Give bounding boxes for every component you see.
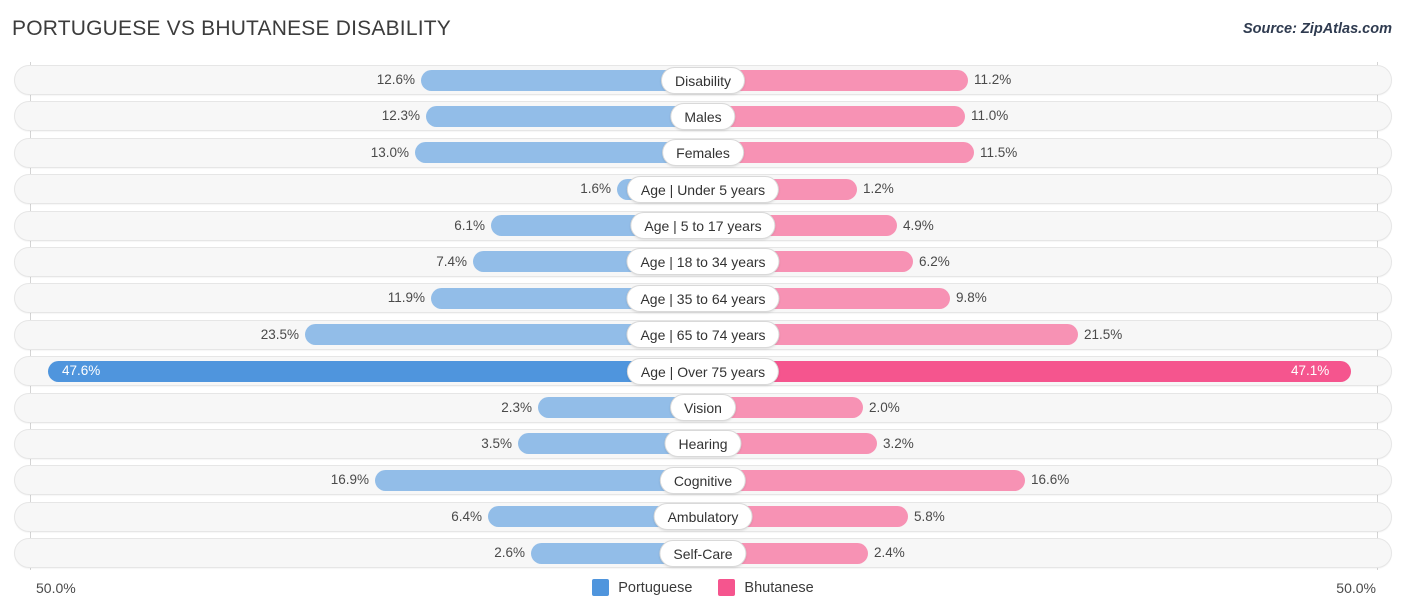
chart-footer: 50.0% 50.0% Portuguese Bhutanese [0, 572, 1406, 612]
category-label-pill: Ambulatory [653, 503, 753, 531]
value-label-bhutanese: 3.2% [883, 435, 914, 451]
value-label-portuguese: 2.3% [501, 399, 532, 415]
value-label-portuguese: 1.6% [580, 181, 611, 197]
value-label-bhutanese: 11.2% [974, 72, 1012, 87]
chart-legend: Portuguese Bhutanese [0, 579, 1406, 596]
value-label-portuguese: 6.1% [454, 217, 485, 233]
category-label-pill: Females [662, 139, 744, 167]
value-label-portuguese: 47.6% [62, 363, 101, 379]
chart-row: 11.9% 9.8% Age | 35 to 64 years [0, 280, 1406, 316]
category-label-pill: Cognitive [659, 466, 747, 494]
chart-row: 6.1% 4.9% Age | 5 to 17 years [0, 208, 1406, 244]
category-label-pill: Age | 18 to 34 years [626, 248, 780, 276]
chart-header: PORTUGUESE VS BHUTANESE DISABILITY Sourc… [0, 0, 1406, 58]
page-title: PORTUGUESE VS BHUTANESE DISABILITY [12, 17, 451, 40]
chart-row: 12.3% 11.0% Males [0, 98, 1406, 134]
value-label-bhutanese: 11.5% [980, 144, 1018, 160]
chart-row: 2.6% 2.4% Self-Care [0, 535, 1406, 571]
chart-row: 16.9% 16.6% Cognitive [0, 462, 1406, 498]
bar-portuguese [415, 142, 703, 164]
chart-plot-area: 12.6% 11.2% Disability 12.3% 11.0% Males 13.0%… [0, 62, 1406, 572]
value-label-bhutanese: 9.8% [956, 290, 987, 306]
chart-row: 13.0% 11.5% Females [0, 135, 1406, 171]
category-label-pill: Age | 35 to 64 years [626, 284, 780, 312]
value-label-bhutanese: 2.0% [869, 399, 900, 415]
bar-portuguese [48, 360, 703, 382]
chart-row: 12.6% 11.2% Disability [0, 62, 1406, 98]
value-label-portuguese: 6.4% [451, 508, 482, 524]
bar-portuguese [375, 469, 703, 491]
legend-item[interactable]: Bhutanese [718, 579, 814, 596]
legend-swatch-icon [718, 579, 736, 596]
value-label-portuguese: 3.5% [481, 435, 512, 451]
category-label-pill: Vision [670, 394, 736, 422]
value-label-portuguese: 7.4% [436, 253, 467, 269]
chart-row: 47.6% 47.1% Age | Over 75 years [0, 353, 1406, 389]
legend-label: Bhutanese [744, 579, 814, 596]
category-label-pill: Self-Care [659, 539, 747, 567]
value-label-bhutanese: 2.4% [874, 545, 905, 561]
category-label-pill: Hearing [664, 430, 742, 458]
chart-rows: 12.6% 11.2% Disability 12.3% 11.0% Males 13.0%… [0, 62, 1406, 571]
value-label-portuguese: 12.3% [381, 108, 420, 124]
value-label-portuguese: 12.6% [376, 72, 415, 87]
bar-portuguese [426, 105, 703, 127]
legend-label: Portuguese [618, 579, 693, 596]
chart-row: 2.3% 2.0% Vision [0, 390, 1406, 426]
bar-bhutanese [703, 469, 1025, 491]
category-label-pill: Males [670, 102, 736, 130]
value-label-bhutanese: 5.8% [914, 508, 945, 524]
value-label-portuguese: 23.5% [260, 326, 299, 342]
legend-item[interactable]: Portuguese [592, 579, 692, 596]
value-label-portuguese: 16.9% [330, 472, 369, 488]
chart-row: 3.5% 3.2% Hearing [0, 426, 1406, 462]
category-label-pill: Age | Under 5 years [626, 175, 780, 203]
legend-swatch-icon [592, 579, 610, 596]
chart-row: 1.6% 1.2% Age | Under 5 years [0, 171, 1406, 207]
chart-row: 23.5% 21.5% Age | 65 to 74 years [0, 317, 1406, 353]
category-label-pill: Disability [660, 66, 746, 94]
value-label-bhutanese: 47.1% [1291, 363, 1330, 379]
value-label-bhutanese: 16.6% [1031, 472, 1070, 488]
value-label-bhutanese: 6.2% [919, 253, 950, 269]
value-label-bhutanese: 21.5% [1084, 326, 1123, 342]
value-label-portuguese: 13.0% [370, 144, 409, 160]
category-label-pill: Age | Over 75 years [626, 357, 780, 385]
bar-bhutanese [703, 360, 1351, 382]
value-label-portuguese: 11.9% [387, 290, 425, 306]
category-label-pill: Age | 65 to 74 years [626, 321, 780, 349]
value-label-bhutanese: 4.9% [903, 217, 934, 233]
value-label-bhutanese: 11.0% [971, 108, 1009, 124]
category-label-pill: Age | 5 to 17 years [630, 212, 776, 240]
value-label-portuguese: 2.6% [494, 545, 525, 561]
chart-row: 7.4% 6.2% Age | 18 to 34 years [0, 244, 1406, 280]
source-attribution: Source: ZipAtlas.com [1242, 21, 1392, 37]
bar-bhutanese [703, 105, 965, 127]
value-label-bhutanese: 1.2% [863, 181, 894, 197]
chart-row: 6.4% 5.8% Ambulatory [0, 499, 1406, 535]
